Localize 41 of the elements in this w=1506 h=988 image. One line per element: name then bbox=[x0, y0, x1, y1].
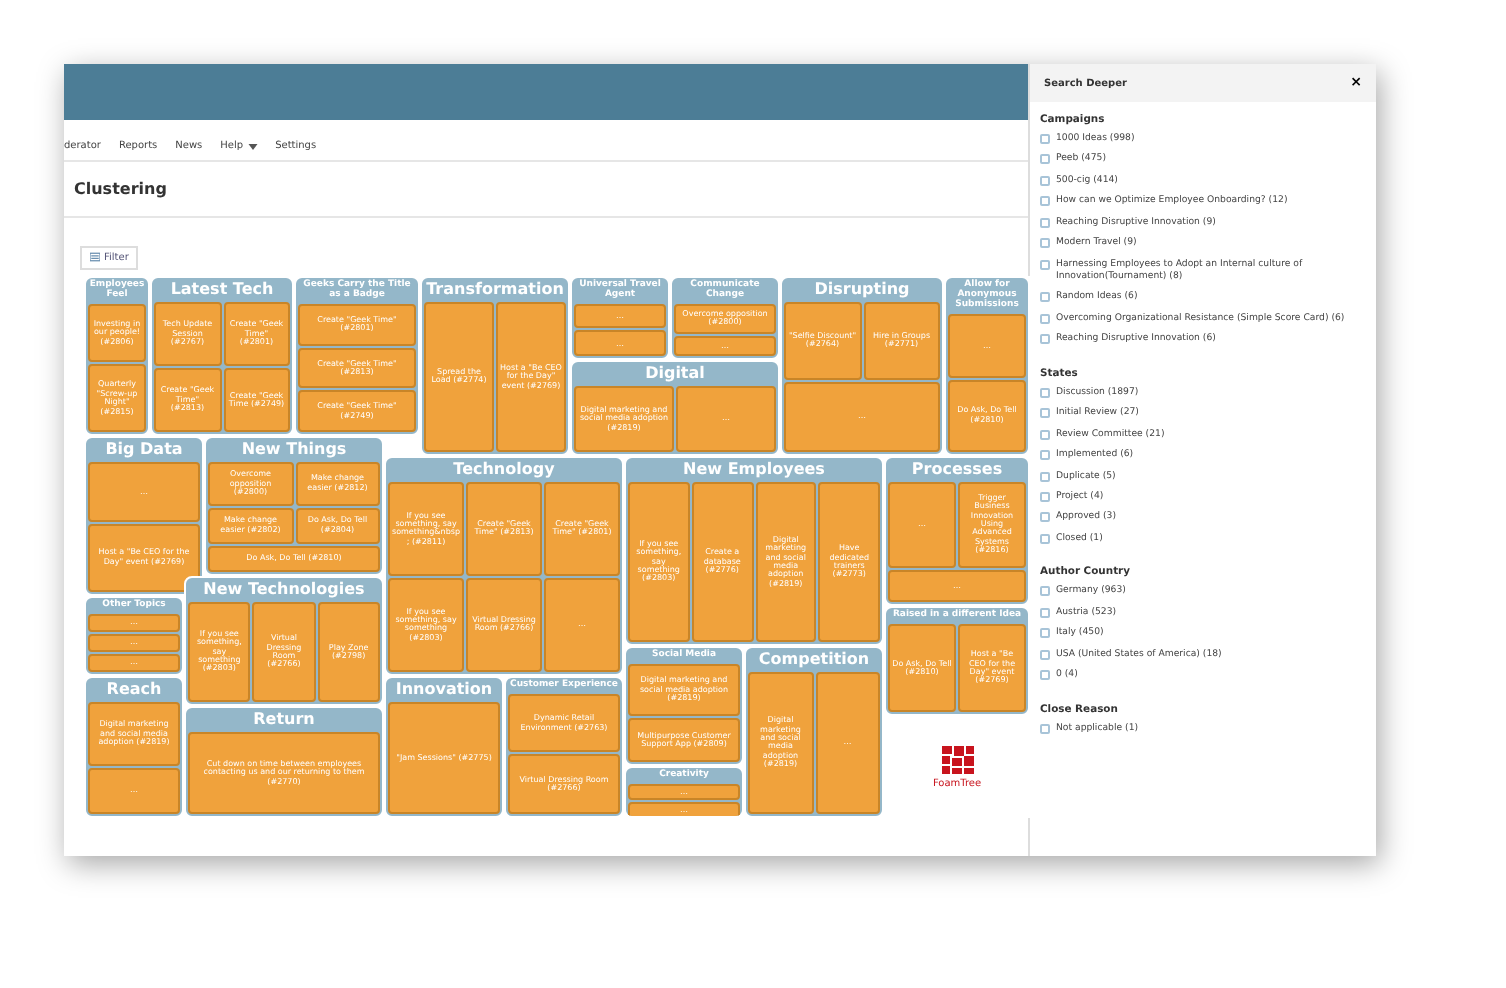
foam-logo-icon bbox=[937, 744, 977, 776]
filter-icon bbox=[90, 252, 100, 262]
checkbox[interactable] bbox=[1040, 471, 1050, 482]
checkbox[interactable] bbox=[1040, 134, 1050, 144]
checkbox[interactable] bbox=[1040, 238, 1050, 249]
cluster-title: Processes bbox=[909, 460, 1005, 482]
checkbox[interactable] bbox=[1040, 649, 1050, 660]
cluster-title: Reach bbox=[104, 680, 164, 702]
checkbox[interactable] bbox=[1040, 292, 1050, 303]
cluster-title: Competition bbox=[756, 650, 872, 672]
checkbox[interactable] bbox=[1040, 628, 1050, 639]
cluster-title: Latest Tech bbox=[168, 280, 276, 302]
checkbox[interactable] bbox=[1040, 723, 1050, 734]
checkbox[interactable] bbox=[1040, 429, 1050, 440]
cluster-title: Big Data bbox=[103, 440, 185, 462]
checkbox[interactable] bbox=[1040, 533, 1050, 544]
cluster-title: Disrupting bbox=[812, 280, 912, 302]
checkbox[interactable] bbox=[1040, 387, 1050, 398]
page-title: Clustering bbox=[64, 162, 1028, 218]
cluster-title: Digital bbox=[643, 364, 707, 386]
checkbox[interactable] bbox=[1040, 586, 1050, 597]
checkbox[interactable] bbox=[1040, 334, 1050, 345]
checkbox[interactable] bbox=[1040, 259, 1050, 270]
cluster-title: New Technologies bbox=[201, 580, 367, 602]
cluster-title: Return bbox=[251, 710, 317, 732]
checkbox[interactable] bbox=[1040, 196, 1050, 207]
checkbox[interactable] bbox=[1040, 217, 1050, 228]
checkbox[interactable] bbox=[1040, 450, 1050, 461]
checkbox[interactable] bbox=[1040, 313, 1050, 324]
cluster-title: Transformation bbox=[424, 280, 566, 302]
checkbox[interactable] bbox=[1040, 670, 1050, 681]
checkbox[interactable] bbox=[1040, 512, 1050, 523]
cluster-title: Innovation bbox=[393, 680, 495, 702]
checkbox[interactable] bbox=[1040, 492, 1050, 502]
cluster-title: New Things bbox=[239, 440, 349, 462]
checkbox[interactable] bbox=[1040, 408, 1050, 419]
checkbox[interactable] bbox=[1040, 175, 1050, 186]
cluster-title: New Employees bbox=[681, 460, 827, 482]
cluster-title: Technology bbox=[451, 460, 557, 482]
checkbox[interactable] bbox=[1040, 154, 1050, 165]
checkbox[interactable] bbox=[1040, 607, 1050, 618]
